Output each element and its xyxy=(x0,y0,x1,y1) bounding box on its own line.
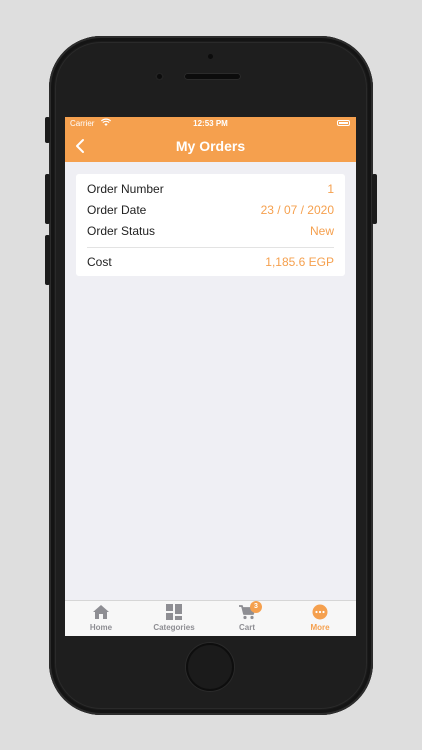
page-title: My Orders xyxy=(175,138,246,154)
tab-more[interactable]: More xyxy=(284,604,356,636)
home-button[interactable] xyxy=(186,643,234,691)
divider xyxy=(87,247,334,248)
order-number-value: 1 xyxy=(327,182,334,196)
cost-row: Cost 1,185.6 EGP xyxy=(87,255,334,271)
proximity-sensor xyxy=(208,54,213,59)
cost-label: Cost xyxy=(87,255,112,269)
order-card[interactable]: Order Number 1 Order Date 23 / 07 / 2020… xyxy=(76,174,345,276)
mute-switch xyxy=(45,117,50,143)
order-number-label: Order Number xyxy=(87,182,164,196)
clock: 12:53 PM xyxy=(193,119,228,128)
order-number-row: Order Number 1 xyxy=(87,182,334,198)
earpiece-speaker xyxy=(184,73,241,80)
front-camera xyxy=(155,72,164,81)
cost-value: 1,185.6 EGP xyxy=(265,255,334,269)
tab-bar: Home Categories 3 Cart More xyxy=(65,600,356,636)
order-status-label: Order Status xyxy=(87,224,156,238)
categories-icon xyxy=(166,604,182,620)
more-icon xyxy=(312,604,328,620)
tab-more-label: More xyxy=(310,623,330,632)
navigation-bar: My Orders xyxy=(65,130,356,162)
cart-count-badge: 3 xyxy=(250,601,262,613)
tab-categories[interactable]: Categories xyxy=(138,604,210,636)
power-button xyxy=(372,174,377,224)
tab-categories-label: Categories xyxy=(153,623,195,632)
order-date-label: Order Date xyxy=(87,203,147,217)
order-date-value: 23 / 07 / 2020 xyxy=(260,203,334,217)
status-bar: Carrier 12:53 PM xyxy=(65,117,356,130)
tab-cart[interactable]: 3 Cart xyxy=(211,601,283,636)
volume-up-button xyxy=(45,174,50,224)
order-date-row: Order Date 23 / 07 / 2020 xyxy=(87,203,334,219)
tab-home-label: Home xyxy=(89,623,113,632)
order-status-value: New xyxy=(309,224,334,238)
cart-icon-wrap: 3 xyxy=(238,601,262,620)
battery-icon xyxy=(337,120,350,126)
tab-home[interactable]: Home xyxy=(65,604,137,636)
order-status-row: Order Status New xyxy=(87,224,334,240)
volume-down-button xyxy=(45,235,50,285)
tab-cart-label: Cart xyxy=(238,623,255,632)
app-screen: Carrier 12:53 PM My Orders Order Number … xyxy=(65,117,356,636)
home-icon xyxy=(93,605,109,619)
